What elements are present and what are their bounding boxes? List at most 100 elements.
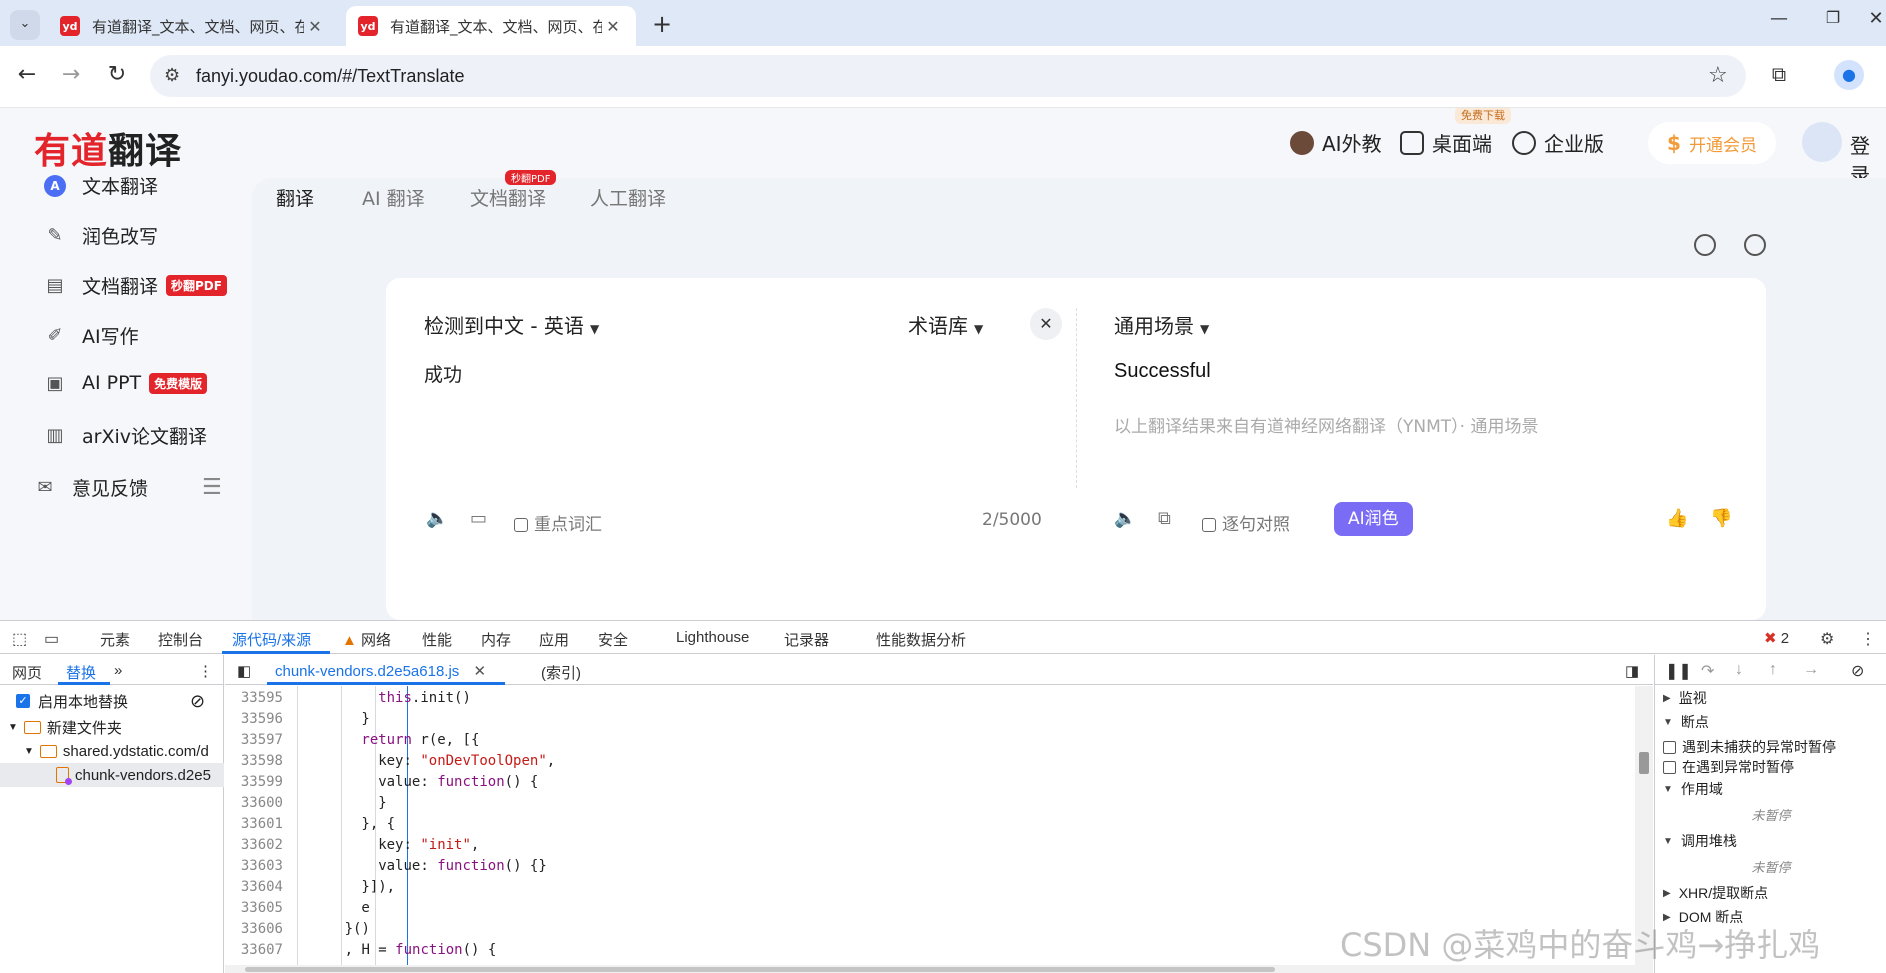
- history-icon[interactable]: [1744, 234, 1766, 256]
- speaker-icon[interactable]: 🔈: [426, 508, 448, 529]
- breakpoints-pane-header[interactable]: ▼ 断点: [1655, 710, 1886, 734]
- line-number[interactable]: 33601: [225, 814, 283, 835]
- enable-overrides-checkbox[interactable]: ✓: [16, 694, 30, 708]
- step-over-icon[interactable]: ↷: [1701, 661, 1714, 681]
- error-counter[interactable]: ✖ 2: [1764, 629, 1789, 647]
- close-tab-icon[interactable]: ✕: [473, 663, 486, 680]
- speaker-icon[interactable]: 🔈: [1114, 508, 1136, 529]
- code-line[interactable]: 33602 key: "init",: [225, 835, 1635, 856]
- code-line[interactable]: 33601}, {: [225, 814, 1635, 835]
- key-vocab-checkbox[interactable]: 重点词汇: [514, 510, 602, 535]
- clear-input-button[interactable]: ✕: [1030, 308, 1062, 340]
- tab-recorder[interactable]: 记录器: [784, 629, 829, 650]
- nav-tab-overrides[interactable]: 替换: [66, 662, 96, 683]
- ai-tutor-link[interactable]: AI外教: [1290, 128, 1382, 157]
- reload-icon[interactable]: ↻: [104, 62, 130, 87]
- settings-icon[interactable]: [1694, 234, 1716, 256]
- tab-sources[interactable]: 源代码/来源: [232, 629, 311, 650]
- menu-icon[interactable]: ☰: [202, 475, 222, 500]
- watch-pane-header[interactable]: ▶ 监视: [1655, 686, 1886, 710]
- source-language-select[interactable]: 检测到中文 - 英语 ▼: [424, 310, 599, 339]
- toggle-navigator-icon[interactable]: ◧: [237, 662, 251, 680]
- close-tab-icon[interactable]: ✕: [304, 17, 326, 36]
- code-line[interactable]: 33604}]),: [225, 877, 1635, 898]
- extensions-icon[interactable]: ⧉: [1766, 62, 1792, 86]
- inspect-element-icon[interactable]: ⬚: [12, 629, 27, 649]
- tab-security[interactable]: 安全: [598, 629, 628, 650]
- glossary-select[interactable]: 术语库 ▼: [908, 310, 983, 339]
- step-icon[interactable]: →: [1803, 661, 1819, 679]
- devtools-settings-icon[interactable]: ⚙: [1820, 629, 1834, 649]
- tab-search-icon[interactable]: ⌄: [10, 10, 40, 40]
- code-line[interactable]: 33600}: [225, 793, 1635, 814]
- tree-folder-row[interactable]: ▼ shared.ydstatic.com/d: [0, 739, 224, 763]
- tab-performance-insights[interactable]: 性能数据分析: [876, 629, 966, 650]
- tab-human-translate[interactable]: 人工翻译: [590, 184, 666, 211]
- url-text[interactable]: fanyi.youdao.com/#/TextTranslate: [196, 66, 464, 87]
- browser-tab-2[interactable]: yd 有道翻译_文本、文档、网页、在 ✕: [346, 6, 636, 46]
- line-number[interactable]: 33596: [225, 709, 283, 730]
- close-window-icon[interactable]: ✕: [1866, 8, 1886, 29]
- line-number[interactable]: 33600: [225, 793, 283, 814]
- browser-tab-1[interactable]: yd 有道翻译_文本、文档、网页、在 ✕: [48, 6, 338, 46]
- more-tabs-icon[interactable]: »: [114, 662, 122, 679]
- tab-application[interactable]: 应用: [539, 629, 569, 650]
- code-line[interactable]: 33603 value: function() {}: [225, 856, 1635, 877]
- toggle-debugger-icon[interactable]: ◨: [1625, 662, 1639, 680]
- more-options-icon[interactable]: ⋮: [1860, 629, 1876, 649]
- pause-uncaught-checkbox[interactable]: 遇到未捕获的异常时暂停: [1663, 737, 1836, 757]
- profile-icon[interactable]: ●: [1834, 60, 1864, 90]
- vip-button[interactable]: $ 开通会员: [1648, 122, 1776, 164]
- step-out-icon[interactable]: ↑: [1769, 661, 1777, 679]
- thumbs-up-icon[interactable]: 👍: [1666, 508, 1688, 529]
- code-line[interactable]: 33599 value: function() {: [225, 772, 1635, 793]
- tab-ai-translate[interactable]: AI 翻译: [362, 184, 425, 211]
- call-stack-pane-header[interactable]: ▼ 调用堆栈: [1655, 829, 1886, 853]
- restore-icon[interactable]: ❐: [1818, 8, 1848, 27]
- new-tab-icon[interactable]: +: [648, 10, 676, 38]
- address-bar[interactable]: ⚙ fanyi.youdao.com/#/TextTranslate ☆: [150, 55, 1746, 97]
- tab-console[interactable]: 控制台: [158, 629, 203, 650]
- desktop-link[interactable]: 桌面端: [1400, 128, 1492, 157]
- line-number[interactable]: 33604: [225, 877, 283, 898]
- editor-tab-index[interactable]: (索引): [541, 662, 581, 683]
- copy-result-icon[interactable]: ⧉: [1158, 508, 1171, 529]
- code-line[interactable]: 33598 key: "onDevToolOpen",: [225, 751, 1635, 772]
- line-number[interactable]: 33606: [225, 919, 283, 940]
- code-line[interactable]: 33605 e: [225, 898, 1635, 919]
- user-avatar-icon[interactable]: [1802, 122, 1842, 162]
- sidebar-item-text-translate[interactable]: A 文本翻译: [44, 172, 158, 199]
- scrollbar-thumb[interactable]: [245, 967, 1275, 972]
- device-toolbar-icon[interactable]: ▭: [44, 629, 59, 649]
- tab-lighthouse[interactable]: Lighthouse: [676, 629, 749, 646]
- tab-memory[interactable]: 内存: [481, 629, 511, 650]
- tab-translate[interactable]: 翻译: [276, 184, 314, 211]
- sidebar-item-ai-ppt[interactable]: ▣ AI PPT 免费模版: [44, 372, 208, 394]
- step-into-icon[interactable]: ↓: [1735, 661, 1743, 679]
- line-number[interactable]: 33597: [225, 730, 283, 751]
- copy-source-icon[interactable]: ▭: [470, 508, 487, 529]
- tab-network[interactable]: ▲ 网络: [342, 629, 391, 650]
- clear-overrides-icon[interactable]: ⊘: [190, 691, 205, 712]
- thumbs-down-icon[interactable]: 👎: [1710, 508, 1732, 529]
- tab-performance[interactable]: 性能: [422, 629, 452, 650]
- line-number[interactable]: 33602: [225, 835, 283, 856]
- pause-caught-checkbox[interactable]: 在遇到异常时暂停: [1663, 757, 1794, 777]
- close-tab-icon[interactable]: ✕: [602, 17, 624, 36]
- site-info-icon[interactable]: ⚙: [164, 65, 180, 86]
- ai-polish-button[interactable]: AI润色: [1334, 502, 1413, 536]
- deactivate-breakpoints-icon[interactable]: ⊘: [1851, 661, 1864, 681]
- back-icon[interactable]: ←: [14, 62, 40, 87]
- source-text-input[interactable]: 成功: [424, 360, 462, 387]
- sidebar-item-document[interactable]: ▤ 文档翻译 秒翻PDF: [44, 272, 227, 299]
- line-number[interactable]: 33607: [225, 940, 283, 961]
- youdao-logo[interactable]: 有道翻译: [34, 122, 182, 174]
- sentence-compare-checkbox[interactable]: 逐句对照: [1202, 510, 1290, 535]
- sidebar-item-ai-write[interactable]: ✐ AI写作: [44, 322, 138, 349]
- code-line[interactable]: 33595 this.init(): [225, 688, 1635, 709]
- minimize-icon[interactable]: —: [1764, 8, 1794, 29]
- enterprise-link[interactable]: 企业版: [1512, 128, 1604, 157]
- code-line[interactable]: 33597 return r(e, [{: [225, 730, 1635, 751]
- tree-folder-row[interactable]: ▼ 新建文件夹: [0, 715, 224, 739]
- scene-select[interactable]: 通用场景 ▼: [1114, 310, 1209, 339]
